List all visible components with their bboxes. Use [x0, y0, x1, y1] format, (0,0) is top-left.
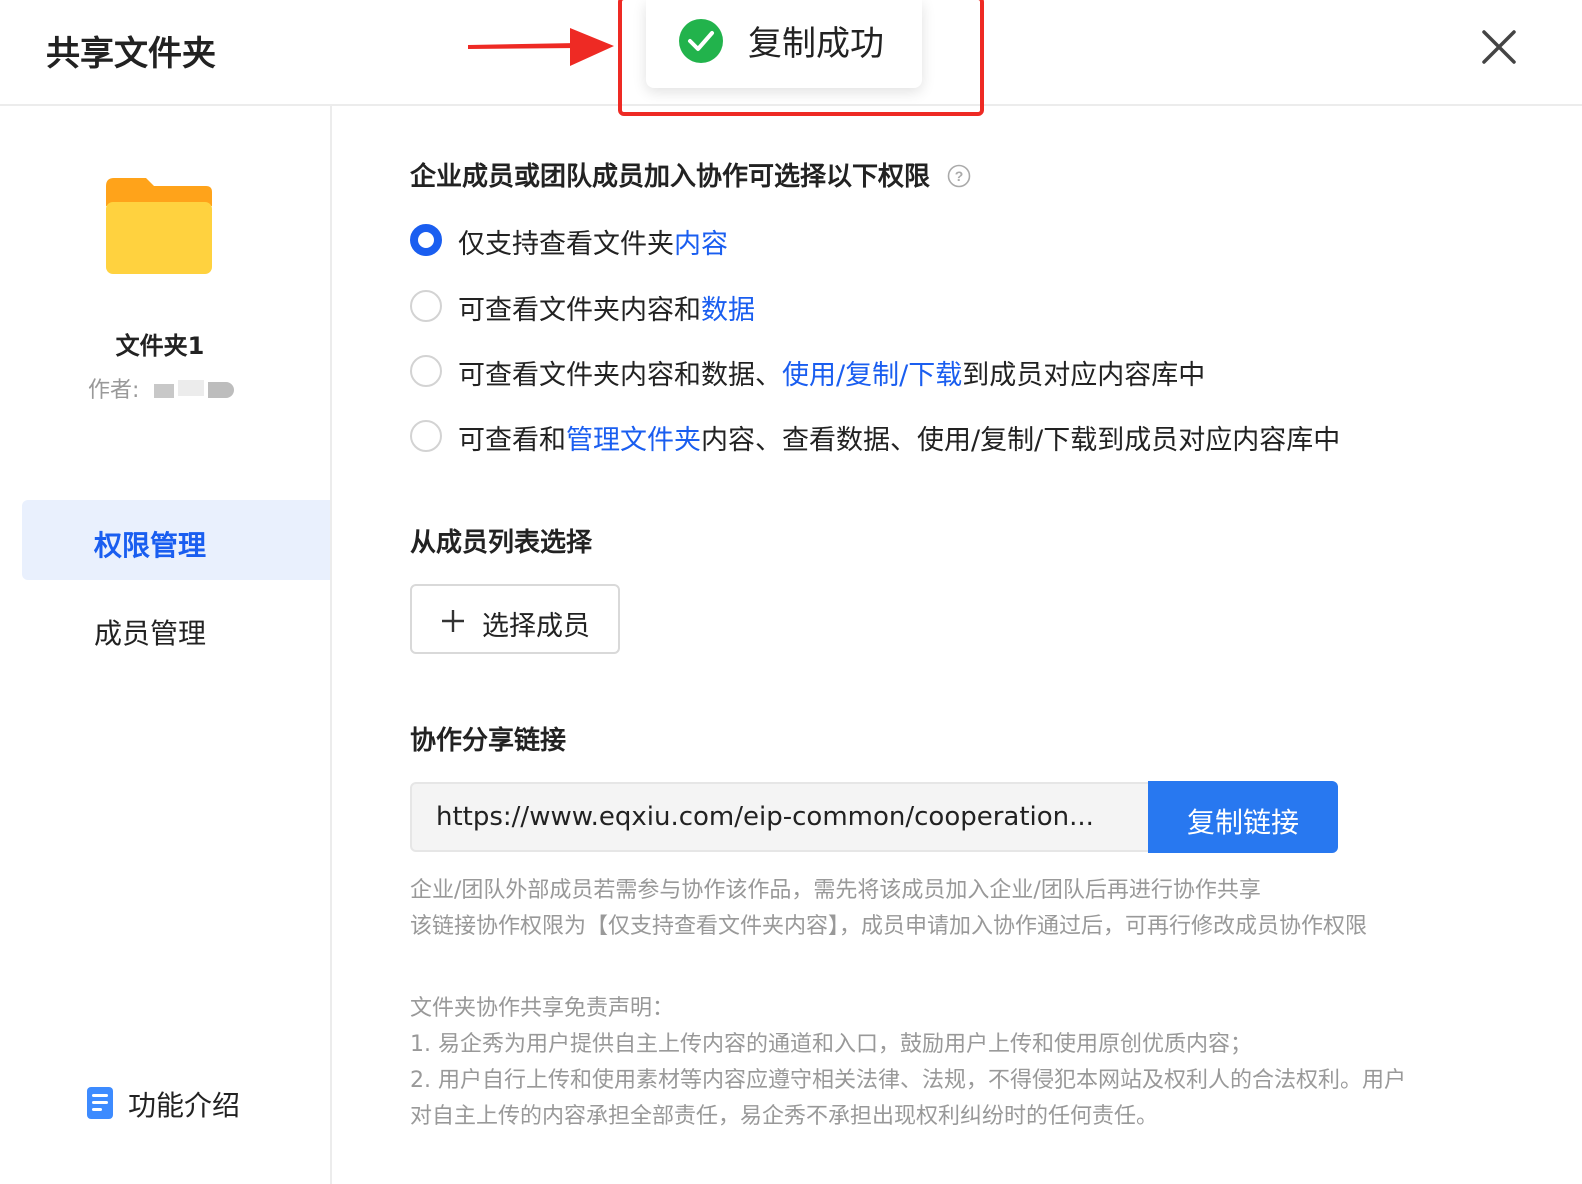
help-icon[interactable]: ? [947, 164, 971, 188]
permission-option-label: 仅支持查看文件夹内容 [458, 229, 728, 260]
permission-option-label: 可查看文件夹内容和数据 [458, 295, 755, 326]
share-link-text: https://www.eqxiu.com/eip-common/coopera… [436, 802, 1094, 832]
function-intro-label: 功能介绍 [128, 1089, 241, 1122]
select-members-button[interactable]: 选择成员 [410, 584, 620, 654]
radio-unselected[interactable] [410, 355, 442, 387]
permission-option-label: 可查看和管理文件夹内容、查看数据、使用/复制/下载到成员对应内容库中 [458, 425, 1341, 456]
sidebar: 文件夹1 作者: 权限管理 成员管理 功能介绍 [0, 106, 332, 1184]
permissions-title: 企业成员或团队成员加入协作可选择以下权限 ? [410, 156, 971, 193]
share-note-1: 企业/团队外部成员若需参与协作该作品，需先将该成员加入企业/团队后再进行协作共享 [410, 878, 1261, 903]
select-members-label: 选择成员 [482, 611, 590, 642]
copy-link-button[interactable]: 复制链接 [1148, 781, 1338, 853]
toast-text: 复制成功 [748, 24, 884, 64]
dialog-title: 共享文件夹 [46, 34, 216, 74]
nav-item-member-management[interactable]: 成员管理 [94, 612, 206, 652]
radio-unselected[interactable] [410, 290, 442, 322]
arrow-annotation [468, 28, 614, 66]
plus-icon [442, 610, 464, 632]
permission-option-label: 可查看文件夹内容和数据、使用/复制/下载到成员对应内容库中 [458, 360, 1206, 391]
folder-name: 文件夹1 [115, 332, 205, 360]
close-icon[interactable] [1478, 26, 1520, 68]
radio-unselected[interactable] [410, 420, 442, 452]
disclaimer-line-3: 对自主上传的内容承担全部责任，易企秀不承担出现权利纠纷时的任何责任。 [410, 1104, 1159, 1129]
check-circle-icon [679, 19, 723, 63]
disclaimer-line-1: 1. 易企秀为用户提供自主上传内容的通道和入口，鼓励用户上传和使用原创优质内容； [410, 1032, 1252, 1057]
toast-message: 复制成功 [646, 0, 922, 88]
folder-icon [106, 178, 212, 274]
radio-selected[interactable] [410, 224, 442, 256]
share-link-field[interactable]: https://www.eqxiu.com/eip-common/coopera… [410, 782, 1150, 852]
share-link-title: 协作分享链接 [410, 726, 567, 756]
copy-link-label: 复制链接 [1186, 806, 1299, 839]
disclaimer-line-2: 2. 用户自行上传和使用素材等内容应遵守相关法律、法规，不得侵犯本网站及权利人的… [410, 1068, 1406, 1093]
nav-item-label: 权限管理 [94, 529, 207, 562]
disclaimer-title: 文件夹协作共享免责声明： [410, 996, 675, 1021]
author-label: 作者: [88, 378, 140, 403]
nav-item-permission-management[interactable]: 权限管理 [22, 500, 330, 580]
permissions-title-text: 企业成员或团队成员加入协作可选择以下权限 [410, 162, 931, 192]
member-list-title: 从成员列表选择 [410, 528, 593, 558]
svg-text:?: ? [955, 168, 964, 184]
author-name-redacted [154, 378, 234, 398]
share-note-2: 该链接协作权限为【仅支持查看文件夹内容】，成员申请加入协作通过后，可再行修改成员… [410, 914, 1368, 939]
document-icon [87, 1087, 113, 1119]
